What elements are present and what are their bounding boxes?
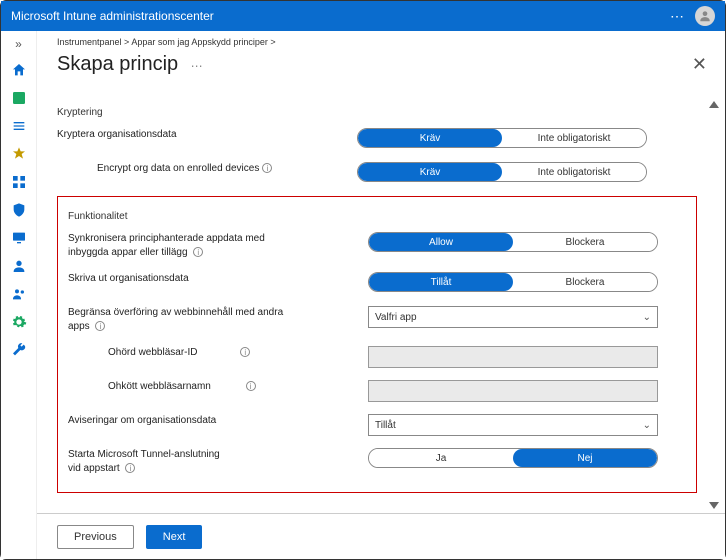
toggle-encrypt-org-data[interactable]: Kräv Inte obligatoriskt [357, 128, 647, 148]
label-encrypt-enrolled: Encrypt org data on enrolled devicesi [97, 162, 357, 176]
seg-allow[interactable]: Allow [369, 233, 513, 251]
seg-yes[interactable]: Ja [369, 449, 513, 467]
info-icon[interactable]: i [240, 347, 250, 357]
scroll-down-icon[interactable] [709, 502, 719, 509]
label-encrypt-org-data: Kryptera organisationsdata [57, 128, 357, 142]
app-title: Microsoft Intune administrationscenter [11, 9, 214, 23]
users-icon[interactable] [10, 285, 28, 303]
toggle-encrypt-enrolled[interactable]: Kräv Inte obligatoriskt [357, 162, 647, 182]
chevron-down-icon: ⌄ [643, 420, 651, 431]
more-icon[interactable]: ⋯ [670, 8, 685, 25]
star-icon[interactable] [10, 145, 28, 163]
info-icon[interactable]: i [262, 163, 272, 173]
section-functionality: Funktionalitet [68, 211, 686, 222]
chevron-down-icon: ⌄ [643, 312, 651, 323]
scrollbar[interactable] [707, 101, 721, 509]
select-restrict-web[interactable]: Valfri app ⌄ [368, 306, 658, 328]
select-notifications[interactable]: Tillåt ⌄ [368, 414, 658, 436]
seg-block[interactable]: Blockera [513, 273, 657, 291]
breadcrumb-root[interactable]: Instrumentpanel > [57, 37, 129, 47]
info-icon[interactable]: i [95, 321, 105, 331]
input-unheard-browser-name[interactable] [368, 380, 658, 402]
label-tunnel: Starta Microsoft Tunnel-anslutning vid a… [68, 448, 368, 476]
label-unheard-browser-name: Ohkött webbläsarnamn i [108, 380, 368, 394]
user-icon[interactable] [10, 257, 28, 275]
seg-block[interactable]: Blockera [513, 233, 657, 251]
expand-rail-icon[interactable]: » [15, 37, 22, 51]
section-encryption: Kryptering [57, 107, 697, 118]
avatar[interactable] [695, 6, 715, 26]
seg-no[interactable]: Nej [513, 449, 657, 467]
gear-icon[interactable] [10, 313, 28, 331]
previous-button[interactable]: Previous [57, 525, 134, 549]
toggle-sync-appdata[interactable]: Allow Blockera [368, 232, 658, 252]
close-icon[interactable]: ✕ [692, 54, 707, 75]
list-icon[interactable] [10, 117, 28, 135]
wrench-icon[interactable] [10, 341, 28, 359]
toggle-tunnel[interactable]: Ja Nej [368, 448, 658, 468]
label-restrict-web: Begränsa överföring av webbinnehåll med … [68, 306, 368, 334]
title-more-icon[interactable]: ⋯ [191, 59, 203, 73]
input-unheard-browser-id[interactable] [368, 346, 658, 368]
seg-required[interactable]: Kräv [358, 163, 502, 181]
scroll-up-icon[interactable] [709, 101, 719, 108]
monitor-icon[interactable] [10, 229, 28, 247]
info-icon[interactable]: i [193, 247, 203, 257]
home-icon[interactable] [10, 61, 28, 79]
label-unheard-browser-id: Ohörd webbläsar-ID i [108, 346, 368, 360]
breadcrumb: Instrumentpanel > Appar som jag Appskydd… [37, 31, 725, 49]
grid-icon[interactable] [10, 173, 28, 191]
seg-not-required[interactable]: Inte obligatoriskt [502, 129, 646, 147]
next-button[interactable]: Next [146, 525, 203, 549]
nav-rail: » [1, 31, 37, 559]
shield-icon[interactable] [10, 201, 28, 219]
seg-not-required[interactable]: Inte obligatoriskt [502, 163, 646, 181]
info-icon[interactable]: i [125, 463, 135, 473]
select-value: Tillåt [375, 420, 396, 431]
label-notifications: Aviseringar om organisationsdata [68, 414, 368, 428]
label-sync-appdata: Synkronisera principhanterade appdata me… [68, 232, 368, 260]
functionality-highlight: Funktionalitet Synkronisera principhante… [57, 196, 697, 493]
breadcrumb-trail[interactable]: Appar som jag Appskydd principer > [131, 37, 275, 47]
top-bar: Microsoft Intune administrationscenter ⋯ [1, 1, 725, 31]
seg-required[interactable]: Kräv [358, 129, 502, 147]
toggle-print-orgdata[interactable]: Tillåt Blockera [368, 272, 658, 292]
label-print-orgdata: Skriva ut organisationsdata [68, 272, 368, 286]
page-title: Skapa princip [57, 53, 178, 75]
seg-allow[interactable]: Tillåt [369, 273, 513, 291]
info-icon[interactable]: i [246, 381, 256, 391]
select-value: Valfri app [375, 312, 417, 323]
main-pane: Instrumentpanel > Appar som jag Appskydd… [37, 31, 725, 559]
dashboard-icon[interactable] [10, 89, 28, 107]
wizard-footer: Previous Next [37, 513, 725, 559]
